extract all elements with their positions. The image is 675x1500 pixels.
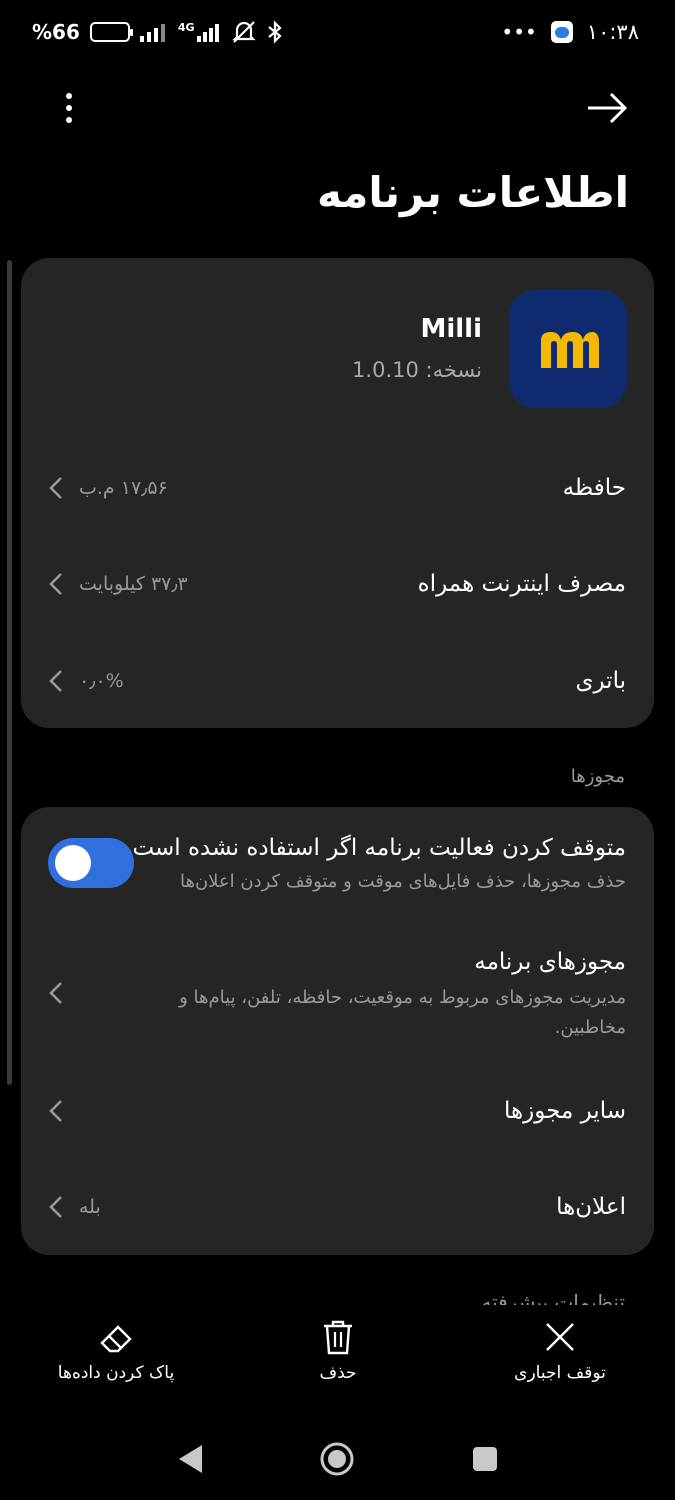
permissions-section-header: مجوزها: [570, 766, 625, 787]
battery-icon: [89, 22, 133, 42]
chevron-left-icon: [49, 477, 62, 499]
app-version: نسخه: 1.0.10: [352, 358, 482, 382]
battery-value: ۰٫۰%: [79, 670, 124, 692]
pause-if-unused-toggle[interactable]: [48, 838, 134, 888]
eraser-icon: [100, 1325, 132, 1353]
app-permissions-row[interactable]: مجوزهای برنامه مدیریت مجوزهای مربوط به م…: [21, 937, 654, 1057]
force-stop-label: توقف اجباری: [514, 1363, 606, 1383]
pause-if-unused-subtitle: حذف مجوزها، حذف فایل‌های موقت و متوقف کر…: [179, 871, 626, 892]
nav-back-icon[interactable]: [176, 1443, 204, 1475]
battery-row[interactable]: باتری ۰٫۰%: [21, 633, 654, 729]
app-info-card: Milli نسخه: 1.0.10 حافظه ۱۷٫۵۶ م.ب مصرف …: [21, 258, 654, 728]
bottom-action-bar: پاک کردن داده‌ها حذف توقف اجباری: [0, 1305, 675, 1415]
chevron-left-icon: [49, 982, 62, 1004]
close-icon: [546, 1323, 574, 1351]
scrollbar[interactable]: [7, 260, 12, 1085]
chevron-left-icon: [49, 1100, 62, 1122]
storage-row[interactable]: حافظه ۱۷٫۵۶ م.ب: [21, 440, 654, 536]
clear-data-label: پاک کردن داده‌ها: [57, 1363, 175, 1383]
nav-home-icon[interactable]: [319, 1441, 355, 1477]
chevron-left-icon: [49, 573, 62, 595]
mute-icon: [231, 21, 256, 43]
mobile-data-value: ۳۷٫۳ کیلوبایت: [79, 573, 188, 595]
milli-logo-glyph: [541, 332, 599, 368]
notifications-row[interactable]: اعلان‌ها بله: [21, 1159, 654, 1255]
notifications-value: بله: [79, 1196, 101, 1218]
delete-button[interactable]: حذف: [238, 1317, 438, 1383]
storage-label: حافظه: [562, 475, 626, 501]
more-notifications-icon: •••: [501, 20, 537, 44]
other-permissions-row[interactable]: سایر مجوزها: [21, 1063, 654, 1159]
top-app-bar: [0, 80, 675, 140]
arrow-right-icon[interactable]: [585, 88, 629, 128]
app-name: Milli: [420, 314, 482, 344]
more-vert-icon[interactable]: [50, 88, 90, 128]
status-bar: %66 4G ••• ۱۰:۳۸: [0, 0, 675, 70]
system-nav-bar: [0, 1425, 675, 1500]
chevron-left-icon: [49, 670, 62, 692]
message-app-icon: [550, 21, 573, 43]
battery-percent: %66: [32, 20, 80, 44]
pause-if-unused-title: متوقف کردن فعالیت برنامه اگر استفاده نشد…: [132, 835, 626, 861]
signal-icon: [139, 24, 165, 42]
permissions-card: متوقف کردن فعالیت برنامه اگر استفاده نشد…: [21, 807, 654, 1255]
nav-recents-icon[interactable]: [472, 1446, 498, 1472]
status-right: ••• ۱۰:۳۸: [501, 20, 639, 44]
mobile-data-label: مصرف اینترنت همراه: [417, 571, 626, 597]
mobile-data-row[interactable]: مصرف اینترنت همراه ۳۷٫۳ کیلوبایت: [21, 536, 654, 632]
clear-data-button[interactable]: پاک کردن داده‌ها: [16, 1317, 216, 1383]
app-permissions-subtitle: مدیریت مجوزهای مربوط به موقعیت، حافظه، ت…: [179, 987, 626, 1038]
app-logo-icon: [509, 290, 627, 408]
battery-label: باتری: [575, 668, 626, 694]
bluetooth-icon: [267, 20, 282, 44]
signal-4g-icon: 4G: [178, 22, 221, 42]
app-permissions-title: مجوزهای برنامه: [474, 949, 626, 975]
status-left: %66 4G: [32, 20, 283, 44]
page-title: اطلاعات برنامه: [316, 168, 629, 217]
clock: ۱۰:۳۸: [586, 20, 639, 44]
notifications-title: اعلان‌ها: [556, 1194, 626, 1220]
chevron-left-icon: [49, 1196, 62, 1218]
pause-if-unused-row[interactable]: متوقف کردن فعالیت برنامه اگر استفاده نشد…: [21, 807, 654, 919]
delete-label: حذف: [319, 1363, 357, 1383]
storage-value: ۱۷٫۵۶ م.ب: [79, 477, 168, 499]
network-type-label: 4G: [177, 21, 195, 34]
other-permissions-title: سایر مجوزها: [504, 1098, 626, 1124]
trash-icon: [324, 1320, 352, 1355]
force-stop-button[interactable]: توقف اجباری: [460, 1317, 660, 1383]
